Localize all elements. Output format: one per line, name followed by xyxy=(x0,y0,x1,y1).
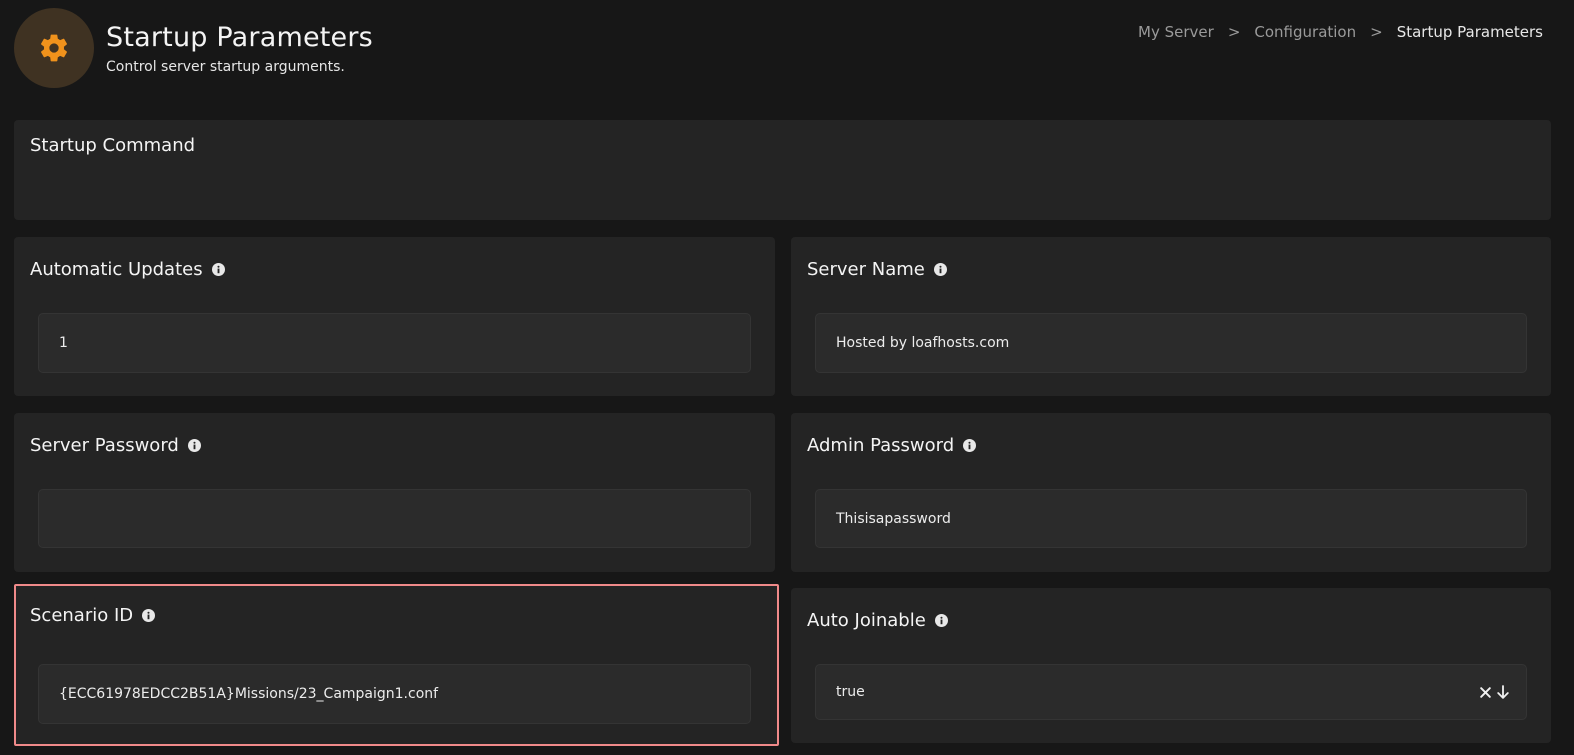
admin-password-card: Admin Password Thisisapassword xyxy=(791,413,1551,572)
info-icon[interactable] xyxy=(142,609,156,622)
info-icon[interactable] xyxy=(187,439,201,452)
automatic-updates-label: Automatic Updates xyxy=(30,259,203,280)
header-icon-badge xyxy=(14,8,94,88)
server-name-label: Server Name xyxy=(807,259,925,280)
automatic-updates-input[interactable]: 1 xyxy=(38,313,751,373)
info-icon[interactable] xyxy=(933,263,947,276)
server-name-value: Hosted by loafhosts.com xyxy=(836,335,1010,351)
server-password-card: Server Password xyxy=(14,413,775,572)
scenario-id-input[interactable]: {ECC61978EDCC2B51A}Missions/23_Campaign1… xyxy=(38,664,751,724)
server-name-card: Server Name Hosted by loafhosts.com xyxy=(791,237,1551,396)
automatic-updates-card: Automatic Updates 1 xyxy=(14,237,775,396)
breadcrumb-separator: > xyxy=(1370,23,1383,41)
auto-joinable-select[interactable]: true xyxy=(815,664,1527,720)
breadcrumb-configuration[interactable]: Configuration xyxy=(1254,23,1356,41)
auto-joinable-card: Auto Joinable true xyxy=(791,588,1551,743)
breadcrumb-startup-parameters: Startup Parameters xyxy=(1396,23,1543,41)
auto-joinable-label: Auto Joinable xyxy=(807,610,926,631)
info-icon[interactable] xyxy=(963,439,977,452)
arrow-down-icon[interactable] xyxy=(1496,684,1510,700)
scenario-id-label: Scenario ID xyxy=(30,605,134,626)
admin-password-input[interactable]: Thisisapassword xyxy=(815,489,1527,548)
server-name-input[interactable]: Hosted by loafhosts.com xyxy=(815,313,1527,373)
gear-icon xyxy=(41,34,67,62)
breadcrumb-my-server[interactable]: My Server xyxy=(1138,23,1214,41)
page-title: Startup Parameters xyxy=(106,22,373,53)
admin-password-label: Admin Password xyxy=(807,435,955,456)
server-password-input[interactable] xyxy=(38,489,751,548)
info-icon[interactable] xyxy=(211,263,225,276)
clear-icon[interactable] xyxy=(1479,686,1492,699)
admin-password-value: Thisisapassword xyxy=(836,510,951,527)
breadcrumb: My Server > Configuration > Startup Para… xyxy=(1138,23,1543,41)
server-password-label: Server Password xyxy=(30,435,179,456)
info-icon[interactable] xyxy=(934,614,948,627)
startup-command-label: Startup Command xyxy=(30,135,196,156)
automatic-updates-value: 1 xyxy=(59,335,68,351)
page-subtitle: Control server startup arguments. xyxy=(106,59,345,75)
startup-command-card: Startup Command xyxy=(14,120,1551,220)
scenario-id-value: {ECC61978EDCC2B51A}Missions/23_Campaign1… xyxy=(59,686,439,702)
page-header: Startup Parameters Control server startu… xyxy=(14,8,373,88)
auto-joinable-value: true xyxy=(836,684,865,700)
page: Startup Parameters Control server startu… xyxy=(0,0,1574,755)
breadcrumb-separator: > xyxy=(1227,23,1241,41)
scenario-id-card: Scenario ID {ECC61978EDCC2B51A}Missions/… xyxy=(14,584,779,746)
